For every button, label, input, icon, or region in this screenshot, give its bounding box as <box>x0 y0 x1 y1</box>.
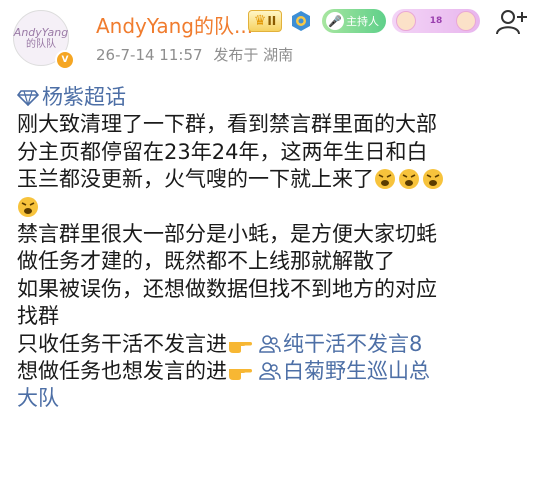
post-header: AndyYang 的队队 V AndyYang的队... ♛ II 🎤 主持人 1… <box>0 0 537 78</box>
host-badge-icon[interactable]: 🎤 主持人 <box>322 9 386 33</box>
text-line: 如果被误伤，还想做数据但找不到地方的对应 <box>17 276 437 301</box>
angry-face-emoji <box>375 169 395 190</box>
text-line: 找群 <box>17 304 59 329</box>
avatar-text-line2: 的队队 <box>26 38 56 50</box>
crown-badge-icon[interactable]: ♛ II <box>248 10 282 32</box>
verified-v-icon: V <box>55 50 75 70</box>
super-topic-diamond-icon <box>17 89 39 106</box>
text-line: 想做任务也想发言的进 <box>17 359 227 384</box>
medal-icon[interactable] <box>290 10 312 32</box>
emoji-row <box>374 167 446 191</box>
group-link-work-only[interactable]: 纯干活不发言8 <box>253 332 422 356</box>
text-line: 做任务才建的，既然都不上线那就解散了 <box>17 249 395 274</box>
group-link-work-and-talk-cont[interactable]: 大队 <box>17 385 532 412</box>
angry-face-emoji <box>423 169 443 190</box>
angry-face-emoji <box>399 169 419 190</box>
work-and-talk-line: 想做任务也想发言的进 白菊野生巡山总 <box>17 358 532 385</box>
group-link-work-and-talk[interactable]: 白菊野生巡山总 <box>253 359 430 383</box>
post-date: 26-7-14 11:57 <box>96 46 203 64</box>
post-location: 发布于 湖南 <box>213 46 294 64</box>
microphone-icon: 🎤 <box>326 12 344 30</box>
host-badge-label: 主持人 <box>346 15 379 28</box>
username[interactable]: AndyYang的队... <box>96 10 253 39</box>
text-line: 只收任务干活不发言进 <box>17 331 227 356</box>
group-link-label: 纯干活不发言8 <box>283 331 423 356</box>
level-number: 18 <box>429 16 443 26</box>
level-avatar-icon <box>396 11 416 31</box>
avatar-text-line1: AndyYang <box>13 25 69 39</box>
super-topic-label: 杨紫超话 <box>42 85 126 109</box>
text-line: 禁言群里很大一部分是小蚝，是方便大家切蚝 <box>17 222 437 247</box>
text-line: 分主页都停留在23年24年，这两年生日和白 <box>17 139 428 164</box>
crown-badge-text: II <box>267 14 277 28</box>
text-line: 玉兰都没更新，火气嗖的一下就上来了 <box>17 167 374 192</box>
level-face-icon <box>456 11 476 31</box>
emoji-line <box>17 194 532 221</box>
follow-add-icon[interactable] <box>492 4 530 42</box>
pointing-hand-emoji <box>229 369 252 381</box>
pointing-hand-emoji <box>229 341 252 353</box>
angry-face-emoji <box>18 196 38 217</box>
group-chat-icon <box>259 362 281 380</box>
work-only-line: 只收任务干活不发言进 纯干活不发言8 <box>17 331 532 358</box>
group-chat-icon <box>259 334 281 353</box>
text-line: 刚大致清理了一下群，看到禁言群里面的大部 <box>17 112 437 137</box>
post-body: 杨紫超话 刚大致清理了一下群，看到禁言群里面的大部 分主页都停留在23年24年，… <box>17 84 532 413</box>
post-meta: 26-7-14 11:57 发布于 湖南 <box>96 44 293 65</box>
text-line-with-emoji: 玉兰都没更新，火气嗖的一下就上来了 <box>17 166 532 193</box>
group-link-label: 白菊野生巡山总 <box>283 359 430 384</box>
level-badge-icon[interactable]: 18 <box>392 9 480 33</box>
super-topic-link[interactable]: 杨紫超话 <box>17 84 532 111</box>
